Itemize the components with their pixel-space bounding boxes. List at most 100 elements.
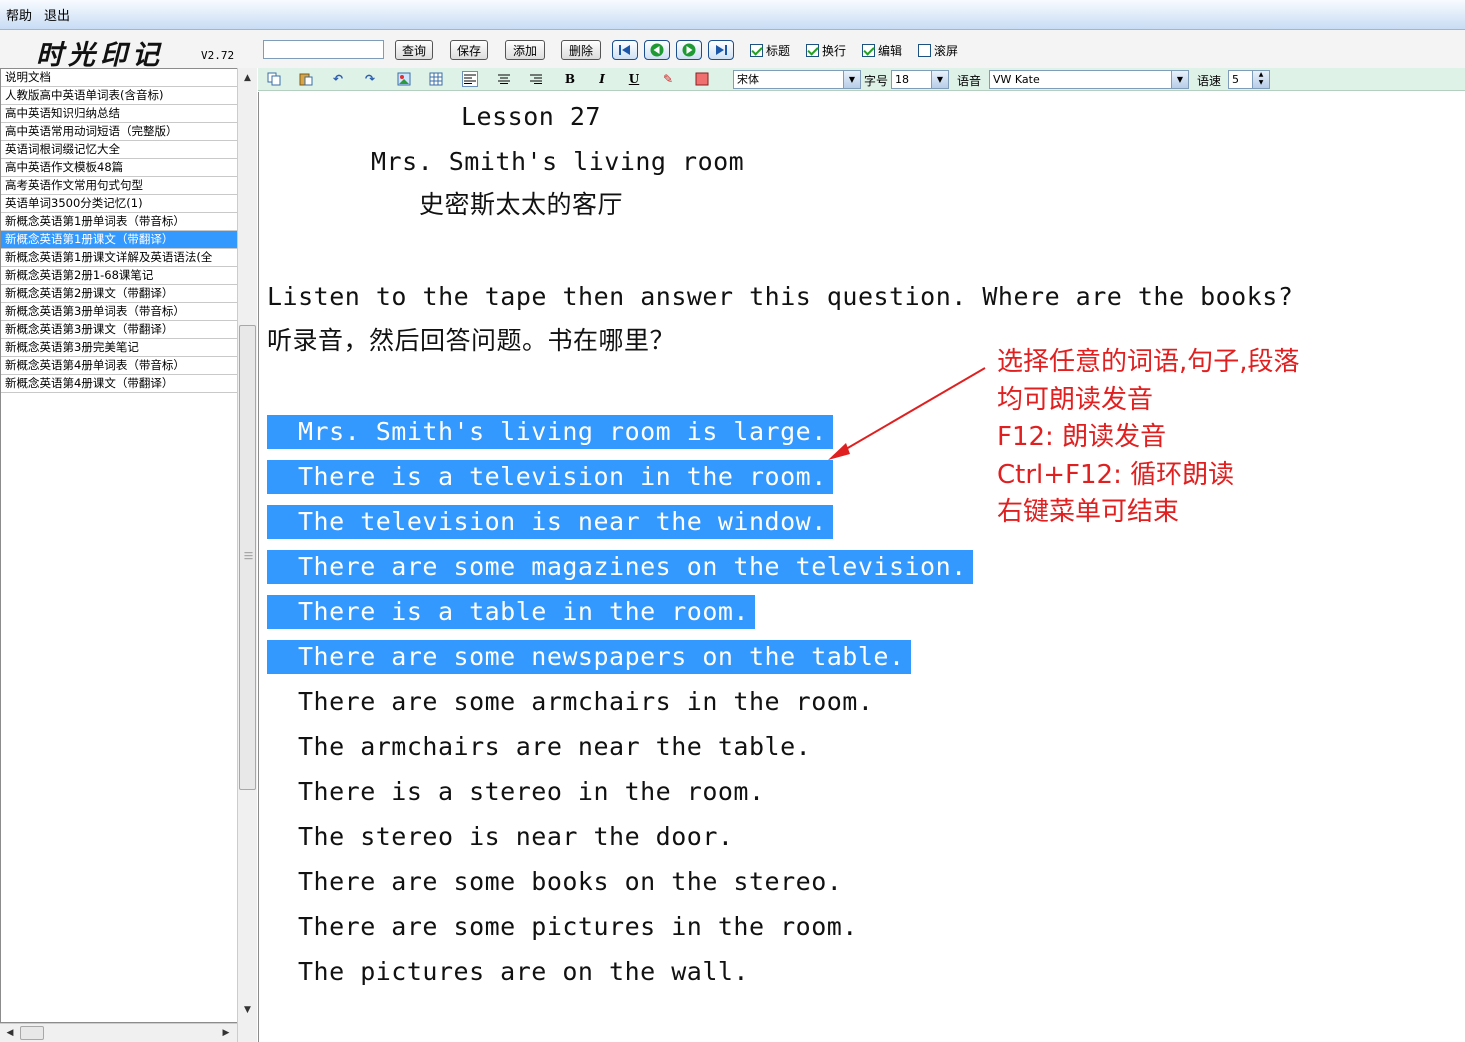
font-select[interactable]: 宋体 ▼ (733, 70, 861, 89)
checkbox-checked-icon (806, 44, 819, 57)
list-item[interactable]: 说明文档 (1, 69, 237, 87)
horizontal-scroll-thumb[interactable] (20, 1026, 44, 1040)
annotation-arrow-icon (828, 367, 986, 460)
scroll-down-icon[interactable]: ▼ (238, 1002, 257, 1018)
last-record-button[interactable] (708, 40, 734, 60)
lesson-question-cn: 听录音，然后回答问题。书在哪里？ (267, 326, 676, 355)
redo-icon[interactable]: ↷ (362, 71, 378, 87)
list-item[interactable]: 新概念英语第2册1-68课笔记 (1, 267, 237, 285)
edit-checkbox[interactable]: 编辑 (862, 42, 902, 59)
font-size-value: 18 (895, 73, 909, 86)
delete-button[interactable]: 删除 (561, 40, 601, 60)
lesson-subtitle-cn: 史密斯太太的客厅 (419, 190, 624, 219)
scroll-right-icon[interactable]: ▶ (218, 1024, 234, 1042)
document-list[interactable]: 说明文档 人教版高中英语单词表(含音标) 高中英语知识归纳总结 高中英语常用动词短语（… (0, 68, 237, 1023)
list-item[interactable]: 新概念英语第4册课文（带翻译） (1, 375, 237, 393)
scroll-thumb[interactable]: — — — (239, 325, 256, 790)
search-input[interactable] (263, 40, 384, 59)
lesson-question: Listen to the tape then answer this ques… (267, 282, 1294, 311)
sidebar-horizontal-scrollbar[interactable]: ◀ ▶ (0, 1023, 237, 1042)
format-toolbar: ↶ ↷ B I U ✎ 宋体 ▼ 字号 18 ▼ 语音 VW Kate ▼ 语速… (258, 68, 1465, 91)
list-item[interactable]: 高中英语知识归纳总结 (1, 105, 237, 123)
list-item[interactable]: 新概念英语第1册课文详解及英语语法(全 (1, 249, 237, 267)
list-item[interactable]: 新概念英语第1册课文（带翻译） (1, 231, 237, 249)
list-item[interactable]: 新概念英语第4册单词表（带音标） (1, 357, 237, 375)
scroll-up-icon[interactable]: ▲ (238, 70, 257, 86)
text-line: There are some armchairs in the room. (298, 687, 874, 716)
speed-spinner[interactable]: 5 ▲ ▼ (1228, 70, 1270, 89)
list-item[interactable]: 高中英语常用动词短语（完整版） (1, 123, 237, 141)
dropdown-arrow-icon[interactable]: ▼ (931, 71, 948, 88)
skip-last-icon (716, 45, 727, 55)
text-line: There are some pictures in the room. (298, 912, 858, 941)
menu-help[interactable]: 帮助 (6, 5, 32, 24)
list-item[interactable]: 新概念英语第3册完美笔记 (1, 339, 237, 357)
underline-icon[interactable]: U (626, 71, 642, 87)
insert-image-icon[interactable] (396, 71, 412, 87)
list-item[interactable]: 高中英语作文模板48篇 (1, 159, 237, 177)
italic-icon[interactable]: I (594, 71, 610, 87)
text-line: The armchairs are near the table. (298, 732, 812, 761)
paste-icon[interactable] (298, 71, 314, 87)
lesson-title: Lesson 27 (461, 102, 601, 131)
menu-bar: 帮助 退出 (0, 0, 1465, 30)
undo-icon[interactable]: ↶ (330, 71, 346, 87)
font-size-select[interactable]: 18 ▼ (891, 70, 949, 89)
wrap-checkbox[interactable]: 换行 (806, 42, 846, 59)
spinner-arrows-icon[interactable]: ▲ ▼ (1252, 71, 1269, 88)
speed-label: 语速 (1197, 74, 1222, 88)
bold-icon[interactable]: B (562, 71, 578, 87)
checkbox-unchecked-icon (918, 44, 931, 57)
selected-text-line: There is a table in the room. (267, 595, 755, 629)
align-left-icon[interactable] (462, 71, 478, 87)
query-button[interactable]: 查询 (395, 40, 433, 60)
selected-text-line: The television is near the window. (267, 505, 833, 539)
menu-exit[interactable]: 退出 (44, 5, 70, 24)
text-editor[interactable]: Lesson 27 Mrs. Smith's living room 史密斯太太… (258, 92, 1465, 1042)
insert-table-icon[interactable] (428, 71, 444, 87)
highlight-color-icon[interactable] (694, 71, 710, 87)
annotation-line: Ctrl+F12: 循环朗读 (997, 459, 1235, 490)
selected-text-line: Mrs. Smith's living room is large. (267, 415, 833, 449)
text-color-icon[interactable]: ✎ (660, 71, 676, 87)
scroll-checkbox[interactable]: 滚屏 (918, 42, 958, 59)
list-item[interactable]: 英语单词3500分类记忆(1) (1, 195, 237, 213)
selected-text-line: There are some magazines on the televisi… (267, 550, 973, 584)
annotation-line: 选择任意的词语,句子,段落 (997, 347, 1300, 377)
list-item[interactable]: 新概念英语第2册课文（带翻译） (1, 285, 237, 303)
dropdown-arrow-icon[interactable]: ▼ (1171, 71, 1188, 88)
annotation-line: F12: 朗读发音 (997, 422, 1167, 452)
add-button[interactable]: 添加 (505, 40, 545, 60)
list-item[interactable]: 英语词根词缀记忆大全 (1, 141, 237, 159)
annotation-line: 右键菜单可结束 (997, 497, 1180, 527)
text-line: There are some books on the stereo. (298, 867, 843, 896)
annotation-line: 均可朗读发音 (997, 384, 1154, 415)
previous-record-button[interactable] (644, 40, 670, 60)
app-logo: 时光印记 (36, 40, 164, 71)
text-line: The stereo is near the door. (298, 822, 734, 851)
first-record-button[interactable] (612, 40, 638, 60)
copy-icon[interactable] (266, 71, 282, 87)
list-item[interactable]: 新概念英语第3册课文（带翻译） (1, 321, 237, 339)
selected-text-line: There is a television in the room. (267, 460, 833, 494)
list-item[interactable]: 新概念英语第3册单词表（带音标） (1, 303, 237, 321)
list-item[interactable]: 新概念英语第1册单词表（带音标） (1, 213, 237, 231)
dropdown-arrow-icon[interactable]: ▼ (843, 71, 860, 88)
align-center-icon[interactable] (496, 71, 512, 87)
checkbox-label: 滚屏 (934, 44, 959, 58)
font-size-label: 字号 (864, 74, 889, 88)
list-item[interactable]: 人教版高中英语单词表(含音标) (1, 87, 237, 105)
selected-text-line: There are some newspapers on the table. (267, 640, 911, 674)
previous-icon (650, 43, 664, 57)
save-button[interactable]: 保存 (450, 40, 488, 60)
annotation-text: 选择任意的词语,句子,段落 均可朗读发音 F12: 朗读发音 Ctrl+F12: 循环… (997, 344, 1300, 532)
skip-first-icon (619, 45, 630, 55)
voice-select[interactable]: VW Kate ▼ (989, 70, 1189, 89)
scroll-left-icon[interactable]: ◀ (2, 1024, 18, 1042)
next-record-button[interactable] (676, 40, 702, 60)
align-right-icon[interactable] (528, 71, 544, 87)
list-item[interactable]: 高考英语作文常用句式句型 (1, 177, 237, 195)
sidebar-vertical-scrollbar[interactable]: ▲ — — — ▼ (237, 68, 257, 1042)
title-checkbox[interactable]: 标题 (750, 42, 790, 59)
voice-label: 语音 (957, 74, 982, 88)
